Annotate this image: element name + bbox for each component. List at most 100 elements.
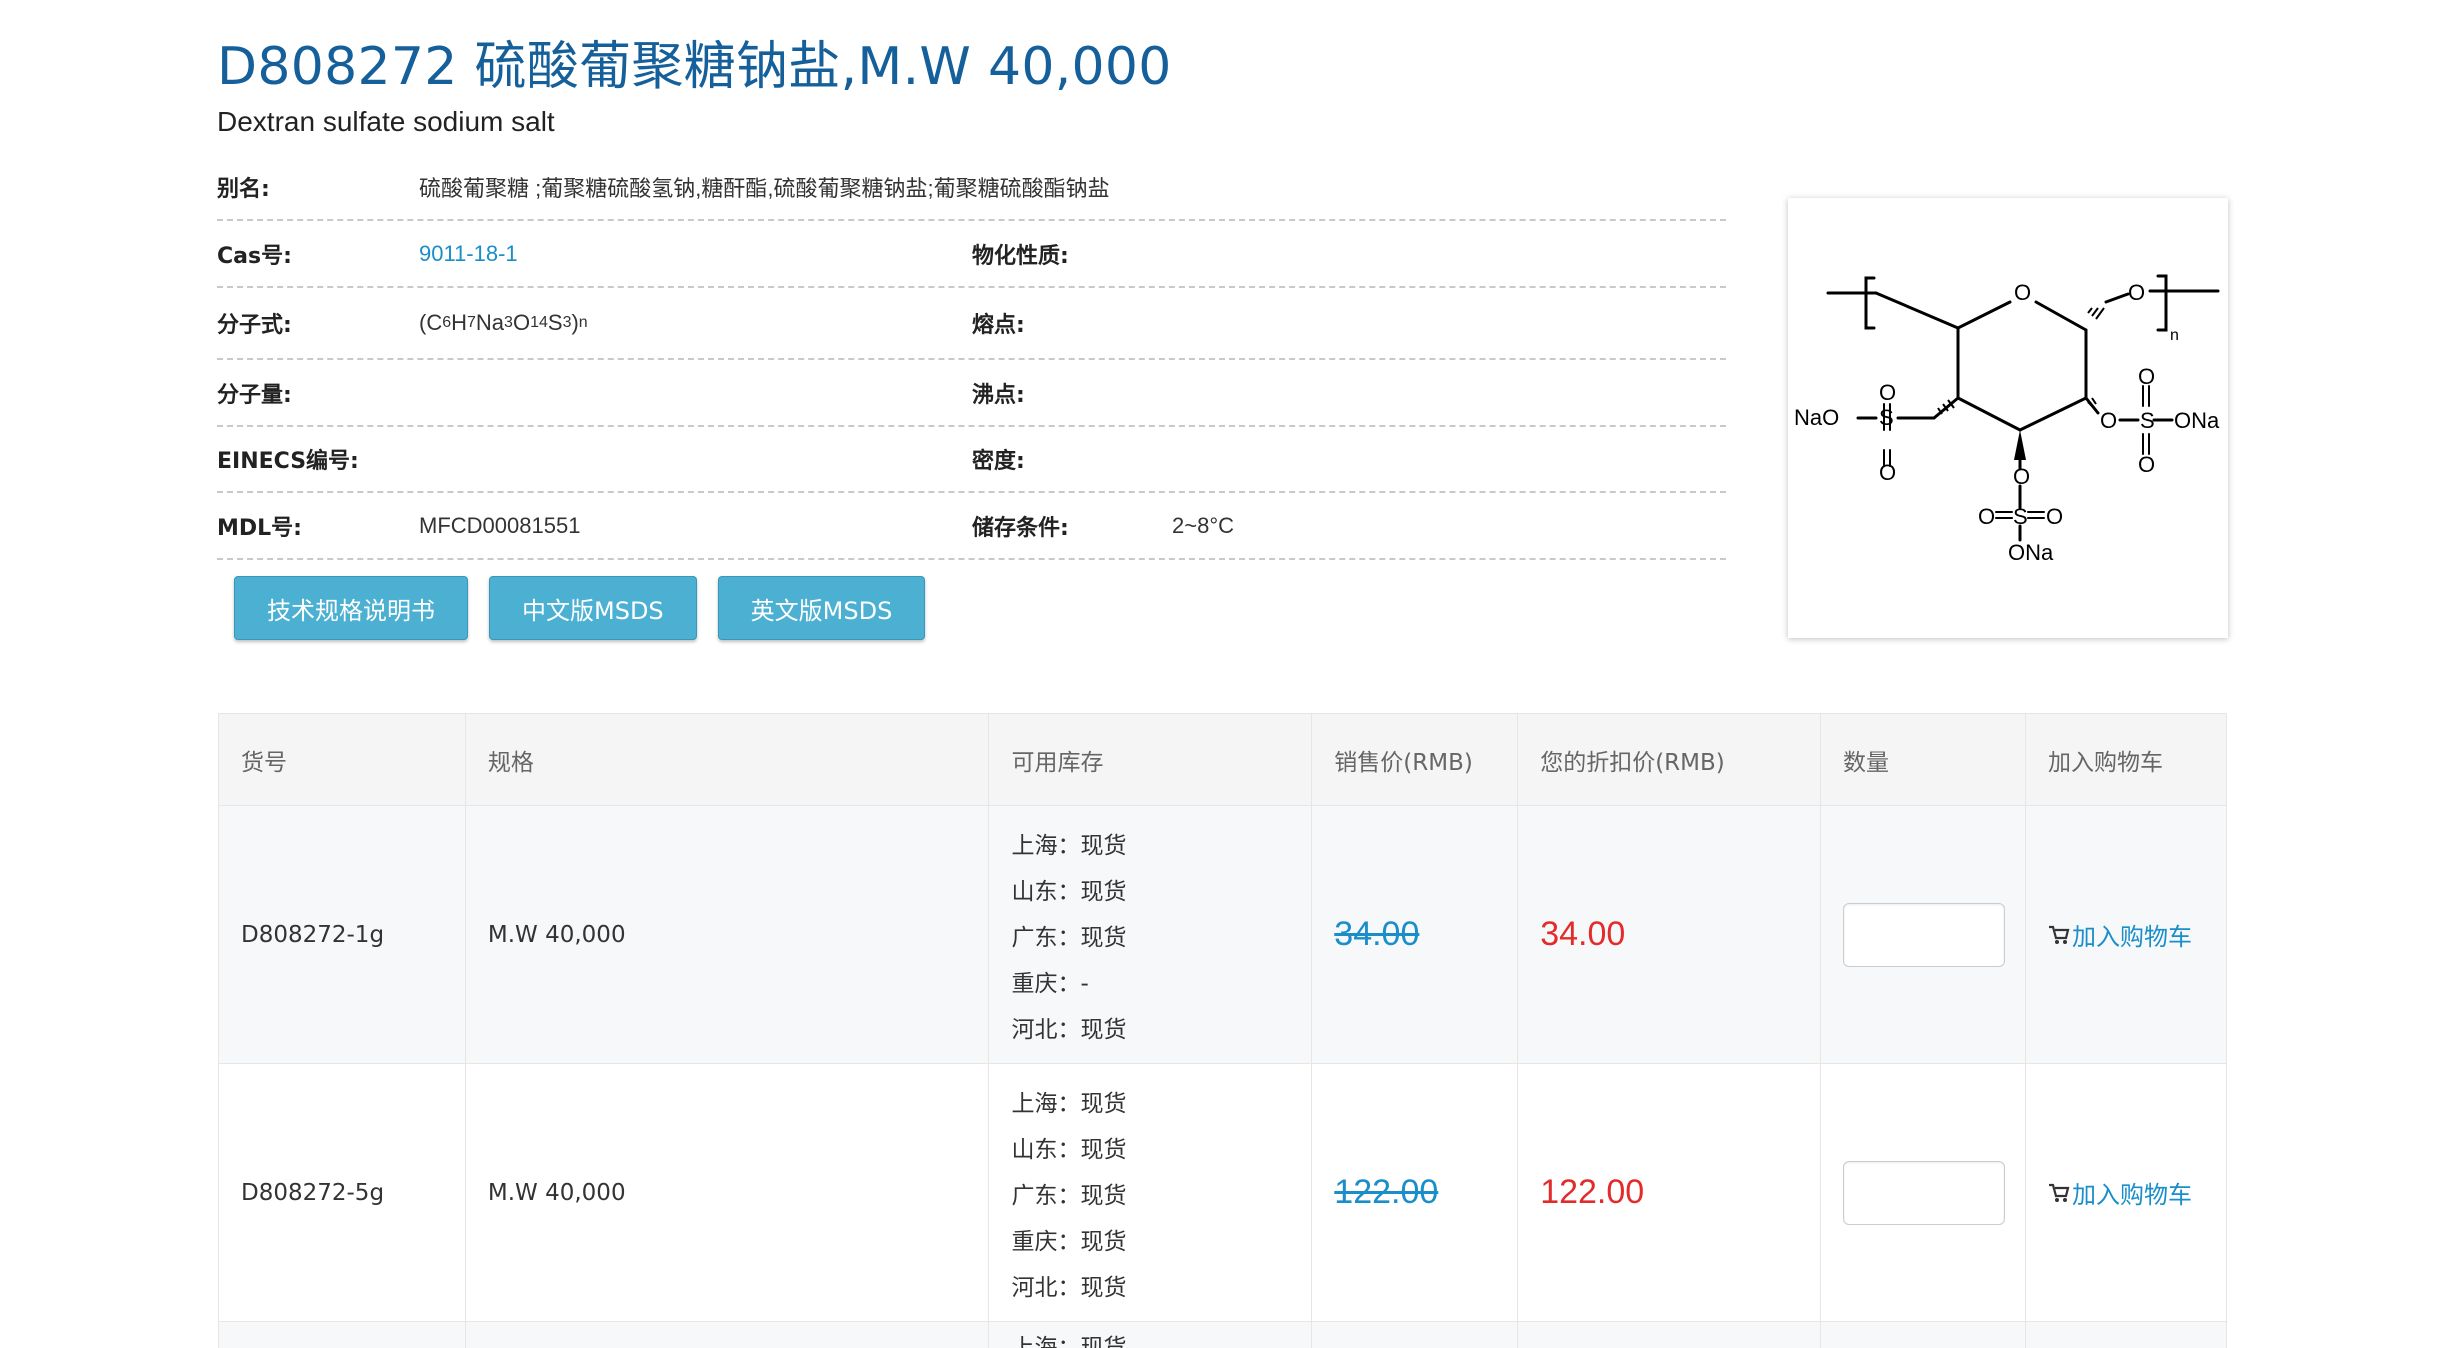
quantity-input[interactable] (1843, 902, 2006, 967)
melting-label: 熔点: (972, 313, 1025, 338)
s-bottom-label: S (2013, 504, 2028, 529)
boiling-label: 沸点: (972, 382, 1025, 408)
properties-panel: 别名: 硫酸葡聚糖 ;葡聚糖硫酸氢钠,糖酐酯,硫酸葡聚糖钠盐;葡聚糖硫酸酯钠盐 … (217, 155, 1726, 560)
storage-value: 2~8°C (1172, 512, 1235, 538)
price-cell: 122.00 (1311, 1063, 1519, 1322)
discount-price: 122.00 (1540, 1173, 1645, 1211)
formula-part: S (547, 310, 563, 335)
table-row: D808272-5g M.W 40,000 上海：现货 山东：现货 广东：现货 … (218, 1063, 2227, 1322)
physchem-label: 物化性质: (972, 243, 1069, 269)
discount-cell: 34.00 (1517, 805, 1822, 1064)
original-price: 34.00 (1334, 915, 1420, 953)
add-to-cart-link[interactable]: 加入购物车 (2048, 1175, 2226, 1210)
o-br-label: O (2046, 504, 2063, 529)
link-o-label: O (2128, 280, 2145, 305)
prop-row-alias: 别名: 硫酸葡聚糖 ;葡聚糖硫酸氢钠,糖酐酯,硫酸葡聚糖钠盐;葡聚糖硫酸酯钠盐 (217, 155, 1726, 221)
stock-cell: 上海：现货 山东：现货 广东：现货 重庆：- 河北：现货 (988, 805, 1313, 1064)
prop-row-einecs: EINECS编号: 密度: (217, 427, 1726, 493)
price-cell (1311, 1321, 1519, 1348)
header-sku: 货号 (218, 713, 466, 806)
stock-line: 河北：现货 (1011, 1274, 1127, 1301)
spec-cell: M.W 40,000 (464, 1063, 990, 1322)
formula-part: (C (419, 310, 443, 335)
table-header-row: 货号 规格 可用库存 销售价(RMB) 您的折扣价(RMB) 数量 加入购物车 (218, 713, 2227, 806)
cart-cell: 加入购物车 (2025, 805, 2227, 1064)
nao-label: NaO (1794, 405, 1839, 430)
prop-row-formula: 分子式: (C 6 H 7 Na 3 O 14 S 3) n 熔点: (217, 288, 1726, 360)
formula-part: ) (571, 310, 579, 335)
add-to-cart-label: 加入购物车 (2072, 923, 2192, 951)
quantity-cell (1820, 1063, 2026, 1322)
cas-label: Cas号: (217, 243, 292, 269)
o-top-right-label: O (2138, 364, 2155, 389)
formula-part: H (451, 310, 468, 335)
formula-sub: 7 (467, 314, 476, 331)
cart-cell (2025, 1321, 2227, 1348)
formula-sub: 6 (442, 314, 452, 331)
sku-cell: D808272-5g (218, 1063, 466, 1322)
formula-sub: n (578, 314, 588, 331)
stock-line: 上海：现货 (1011, 1335, 1127, 1348)
discount-price: 34.00 (1540, 915, 1626, 953)
alias-label: 别名: (217, 177, 270, 202)
header-discount: 您的折扣价(RMB) (1517, 713, 1822, 806)
msds-en-button[interactable]: 英文版MSDS (717, 576, 926, 640)
cart-cell: 加入购物车 (2025, 1063, 2227, 1322)
quantity-cell (1820, 805, 2026, 1064)
header-price: 销售价(RMB) (1311, 713, 1519, 806)
stock-line: 上海：现货 (1011, 832, 1127, 859)
table-row: 上海：现货 (218, 1321, 2227, 1348)
stock-cell: 上海：现货 (988, 1321, 1313, 1348)
mdl-label: MDL号: (217, 515, 302, 541)
sku-cell (218, 1321, 466, 1348)
o-bl-label: O (1978, 504, 1995, 529)
discount-cell (1517, 1321, 1822, 1348)
cart-icon (2049, 925, 2070, 944)
stock-line: 重庆：- (1011, 970, 1089, 997)
product-table: 货号 规格 可用库存 销售价(RMB) 您的折扣价(RMB) 数量 加入购物车 … (218, 713, 2227, 1348)
add-to-cart-label: 加入购物车 (2072, 1181, 2192, 1209)
spec-cell (464, 1321, 990, 1348)
header-cart: 加入购物车 (2025, 713, 2227, 806)
cas-link[interactable]: 9011-18-1 (419, 221, 518, 286)
header-quantity: 数量 (1820, 713, 2026, 806)
ring-o-label: O (2014, 280, 2031, 305)
o-top-left-label: O (1879, 380, 1896, 405)
structure-image: O O n NaO S O O O S ONa O O O S O O ONa (1788, 198, 2228, 638)
ona-bottom-label: ONa (2008, 540, 2054, 565)
formula-label: 分子式: (217, 313, 292, 338)
stock-cell: 上海：现货 山东：现货 广东：现货 重庆：现货 河北：现货 (988, 1063, 1313, 1322)
spec-cell: M.W 40,000 (464, 805, 990, 1064)
alias-value: 硫酸葡聚糖 ;葡聚糖硫酸氢钠,糖酐酯,硫酸葡聚糖钠盐;葡聚糖硫酸酯钠盐 (419, 176, 1110, 201)
stock-line: 重庆：现货 (1011, 1228, 1127, 1255)
ona-right-label: ONa (2174, 408, 2220, 433)
stock-line: 山东：现货 (1011, 1136, 1127, 1163)
o-right-link-label: O (2100, 408, 2117, 433)
cart-icon (2049, 1183, 2070, 1202)
stock-line: 上海：现货 (1011, 1090, 1127, 1117)
formula-value: (C 6 H 7 Na 3 O 14 S 3) n (419, 288, 588, 358)
o-bottom-link-label: O (2013, 464, 2030, 489)
header-spec: 规格 (464, 713, 990, 806)
stock-line: 山东：现货 (1011, 878, 1127, 905)
density-label: 密度: (972, 449, 1025, 474)
repeat-n-label: n (2170, 327, 2179, 344)
add-to-cart-link[interactable]: 加入购物车 (2048, 917, 2226, 952)
formula-part: Na (475, 310, 505, 335)
original-price: 122.00 (1334, 1173, 1439, 1211)
product-subtitle: Dextran sulfate sodium salt (217, 106, 555, 137)
prop-row-mdl: MDL号: MFCD00081551 储存条件: 2~8°C (217, 493, 1726, 560)
formula-sub: 3 (562, 314, 572, 331)
formula-sub: 3 (504, 314, 513, 331)
header-stock: 可用库存 (988, 713, 1313, 806)
price-cell: 34.00 (1311, 805, 1519, 1064)
mw-label: 分子量: (217, 382, 292, 408)
formula-part: O (512, 310, 531, 335)
quantity-input[interactable] (1843, 1160, 2006, 1225)
msds-cn-button[interactable]: 中文版MSDS (489, 576, 697, 640)
s-right-label: S (2140, 408, 2155, 433)
spec-sheet-button[interactable]: 技术规格说明书 (234, 576, 468, 640)
storage-label: 储存条件: (972, 515, 1069, 541)
mdl-value: MFCD00081551 (419, 512, 581, 538)
stock-line: 广东：现货 (1011, 924, 1127, 951)
